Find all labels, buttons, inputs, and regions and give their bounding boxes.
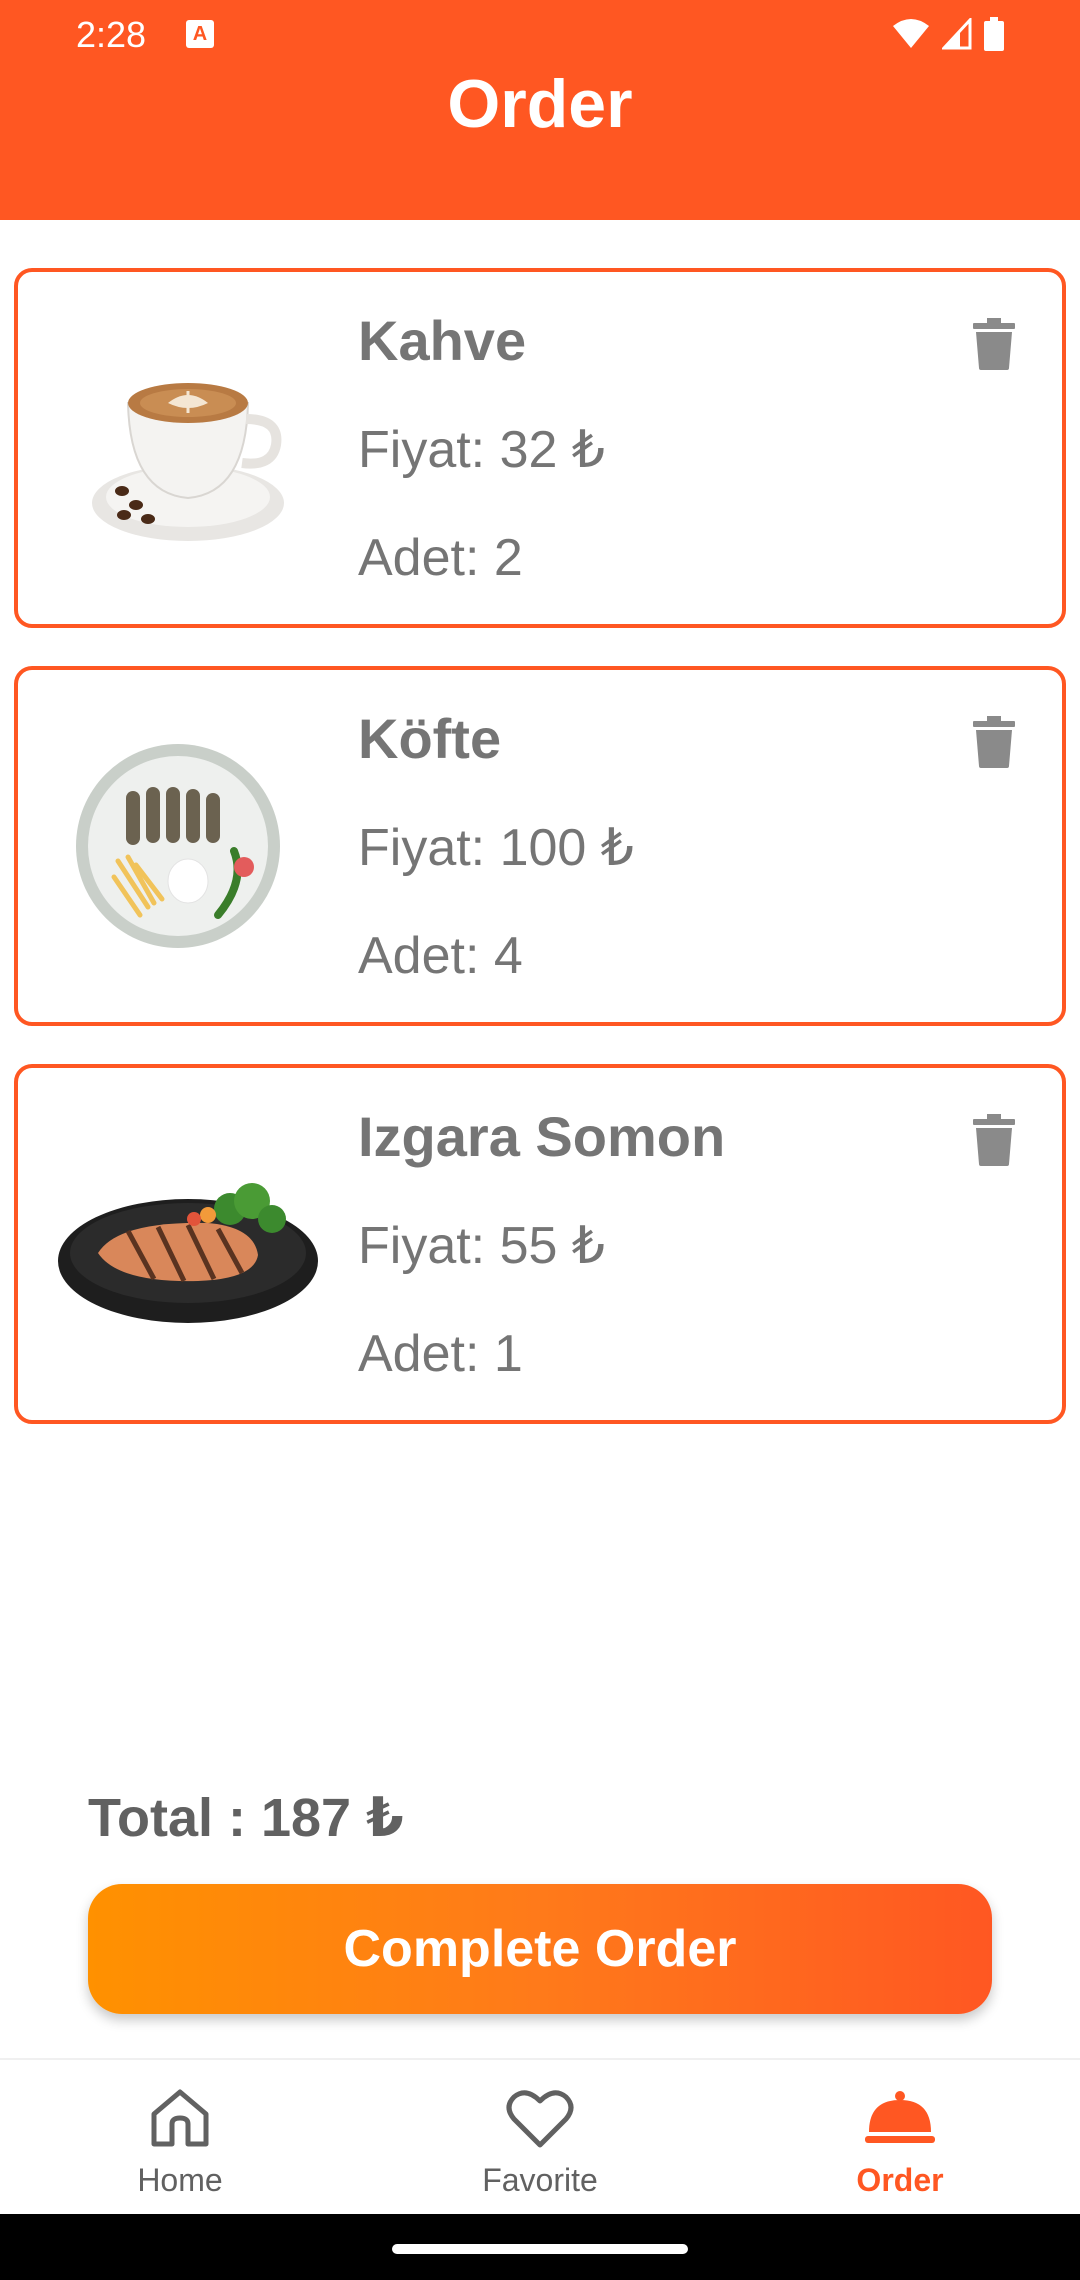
- nav-label-favorite: Favorite: [482, 2162, 598, 2198]
- nav-item-favorite[interactable]: Favorite: [360, 2060, 720, 2214]
- status-time: 2:28: [76, 14, 147, 55]
- order-card: Izgara Somon Fiyat: 55 ₺ Adet: 1: [14, 1064, 1066, 1424]
- cloche-icon: [864, 2082, 936, 2154]
- home-gesture-handle[interactable]: [392, 2244, 688, 2254]
- status-icons: [892, 16, 1004, 52]
- delete-button[interactable]: [966, 314, 1022, 374]
- item-name: Köfte: [358, 707, 502, 770]
- item-quantity: Adet: 1: [358, 1325, 523, 1383]
- order-card: Kahve Fiyat: 32 ₺ Adet: 2: [14, 268, 1066, 628]
- nav-label-home: Home: [137, 2162, 223, 2198]
- heart-icon: [504, 2082, 576, 2154]
- order-total: Total : 187 ₺: [88, 1788, 404, 1848]
- home-icon: [144, 2082, 216, 2154]
- signal-icon: [942, 18, 972, 50]
- delete-button[interactable]: [966, 1110, 1022, 1170]
- bottom-navigation: Home Favorite Order: [0, 2058, 1080, 2214]
- item-quantity: Adet: 2: [358, 529, 523, 587]
- item-price: Fiyat: 32 ₺: [358, 421, 605, 479]
- a-icon: A: [186, 20, 214, 48]
- page-title: Order: [447, 66, 633, 142]
- kofte-plate-image: [76, 744, 280, 948]
- complete-order-button[interactable]: Complete Order: [88, 1884, 992, 2014]
- nav-label-order: Order: [856, 2162, 944, 2198]
- coffee-cup-image: [92, 383, 284, 541]
- battery-icon: [984, 17, 1004, 51]
- order-screen: 2:28 A Order Kahve Fiyat: 32 ₺ Adet: 2 K…: [0, 0, 1080, 2280]
- trash-icon: [973, 716, 1015, 768]
- item-quantity: Adet: 4: [358, 927, 523, 985]
- system-navigation-bar: [0, 2214, 1080, 2280]
- item-price: Fiyat: 55 ₺: [358, 1217, 605, 1275]
- nav-item-order[interactable]: Order: [720, 2060, 1080, 2214]
- trash-icon: [973, 1114, 1015, 1166]
- item-name: Izgara Somon: [358, 1105, 726, 1168]
- nav-item-home[interactable]: Home: [0, 2060, 360, 2214]
- delete-button[interactable]: [966, 712, 1022, 772]
- grilled-salmon-image: [58, 1183, 318, 1323]
- app-bar: 2:28 A Order: [0, 0, 1080, 220]
- item-name: Kahve: [358, 309, 527, 372]
- trash-icon: [973, 318, 1015, 370]
- item-price: Fiyat: 100 ₺: [358, 819, 634, 877]
- order-card: Köfte Fiyat: 100 ₺ Adet: 4: [14, 666, 1066, 1026]
- wifi-icon: [893, 19, 929, 48]
